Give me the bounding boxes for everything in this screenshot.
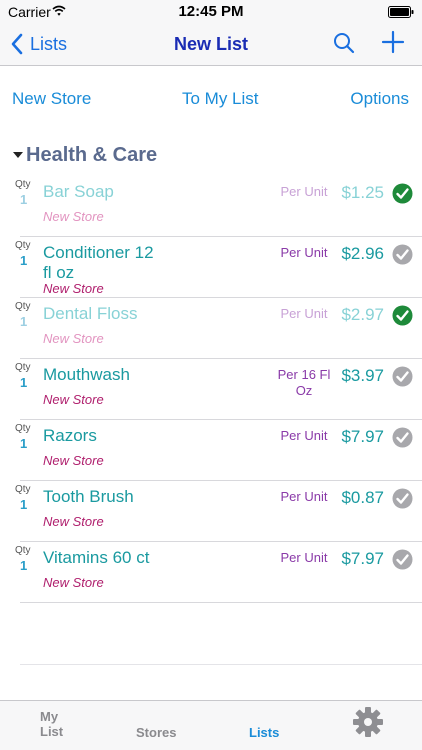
row-divider <box>20 602 422 603</box>
item-store: New Store <box>43 392 104 407</box>
tab-stores[interactable]: Stores <box>136 725 176 740</box>
qty-value[interactable]: 1 <box>20 497 27 512</box>
list-item[interactable]: Qty 1 Conditioner 12 fl oz New Store Per… <box>0 237 422 298</box>
item-store: New Store <box>43 331 104 346</box>
tab-lists[interactable]: Lists <box>249 725 279 740</box>
item-name: Mouthwash <box>43 365 130 384</box>
tab-bar: My List Stores Lists <box>0 700 422 750</box>
checkmark-icon[interactable] <box>392 244 413 265</box>
item-name: Vitamins 60 ct <box>43 548 150 567</box>
item-store: New Store <box>43 281 104 296</box>
item-price: $0.87 <box>341 488 384 507</box>
qty-label: Qty <box>15 362 31 373</box>
to-my-list-button[interactable]: To My List <box>182 89 259 109</box>
item-price: $7.97 <box>341 427 384 446</box>
row-divider <box>20 664 422 665</box>
qty-value[interactable]: 1 <box>20 192 27 207</box>
item-unit: Per Unit <box>280 428 328 443</box>
list-item[interactable]: Qty 1 Vitamins 60 ct New Store Per Unit … <box>0 542 422 603</box>
new-store-button[interactable]: New Store <box>12 89 91 109</box>
item-price: $1.25 <box>341 183 384 202</box>
item-unit: Per Unit <box>280 245 328 260</box>
qty-label: Qty <box>15 301 31 312</box>
item-name: Bar Soap <box>43 182 114 201</box>
list-item[interactable]: Qty 1 Tooth Brush New Store Per Unit $0.… <box>0 481 422 542</box>
checkmark-icon[interactable] <box>392 549 413 570</box>
item-unit: Per 16 Fl Oz <box>277 367 331 398</box>
list-item[interactable]: Qty 1 Razors New Store Per Unit $7.97 <box>0 420 422 481</box>
back-button[interactable]: Lists <box>10 32 67 56</box>
checkmark-icon[interactable] <box>392 366 413 387</box>
options-button[interactable]: Options <box>350 89 409 109</box>
item-price: $2.96 <box>341 244 384 263</box>
qty-label: Qty <box>15 545 31 556</box>
qty-value[interactable]: 1 <box>20 558 27 573</box>
gear-icon[interactable] <box>352 706 384 738</box>
item-name: Dental Floss <box>43 304 138 323</box>
section-title: Health & Care <box>26 143 158 166</box>
item-store: New Store <box>43 453 104 468</box>
chevron-left-icon <box>11 33 23 55</box>
item-name: Conditioner 12 fl oz <box>43 243 154 282</box>
qty-value[interactable]: 1 <box>20 375 27 390</box>
navigation-bar: Lists New List <box>0 24 422 66</box>
list-item[interactable]: Qty 1 Dental Floss New Store Per Unit $2… <box>0 298 422 359</box>
qty-label: Qty <box>15 240 31 251</box>
back-label: Lists <box>30 33 68 54</box>
item-store: New Store <box>43 209 104 224</box>
tab-my-list[interactable]: My List <box>40 709 68 739</box>
item-store: New Store <box>43 514 104 529</box>
disclosure-triangle-icon <box>13 152 23 158</box>
status-bar: Carrier 12:45 PM <box>0 0 422 24</box>
search-icon[interactable] <box>332 31 356 55</box>
item-unit: Per Unit <box>280 306 328 321</box>
qty-value[interactable]: 1 <box>20 253 27 268</box>
checkmark-icon[interactable] <box>392 488 413 509</box>
item-unit: Per Unit <box>280 489 328 504</box>
item-name: Razors <box>43 426 97 445</box>
item-name: Tooth Brush <box>43 487 134 506</box>
checkmark-icon[interactable] <box>392 183 413 204</box>
list-item[interactable]: Qty 1 Mouthwash New Store Per 16 Fl Oz $… <box>0 359 422 420</box>
qty-value[interactable]: 1 <box>20 436 27 451</box>
plus-icon[interactable] <box>380 29 406 55</box>
section-header[interactable]: Health & Care <box>12 143 157 167</box>
qty-label: Qty <box>15 179 31 190</box>
item-unit: Per Unit <box>280 550 328 565</box>
qty-label: Qty <box>15 423 31 434</box>
checkmark-icon[interactable] <box>392 427 413 448</box>
item-unit: Per Unit <box>280 184 328 199</box>
item-price: $3.97 <box>341 366 384 385</box>
checkmark-icon[interactable] <box>392 305 413 326</box>
qty-value[interactable]: 1 <box>20 314 27 329</box>
item-price: $7.97 <box>341 549 384 568</box>
list-toolbar: New Store To My List Options <box>0 66 422 130</box>
item-store: New Store <box>43 575 104 590</box>
status-time: 12:45 PM <box>178 3 244 20</box>
qty-label: Qty <box>15 484 31 495</box>
item-price: $2.97 <box>341 305 384 324</box>
list-item[interactable]: Qty 1 Bar Soap New Store Per Unit $1.25 <box>0 176 422 237</box>
battery-icon <box>388 6 414 18</box>
